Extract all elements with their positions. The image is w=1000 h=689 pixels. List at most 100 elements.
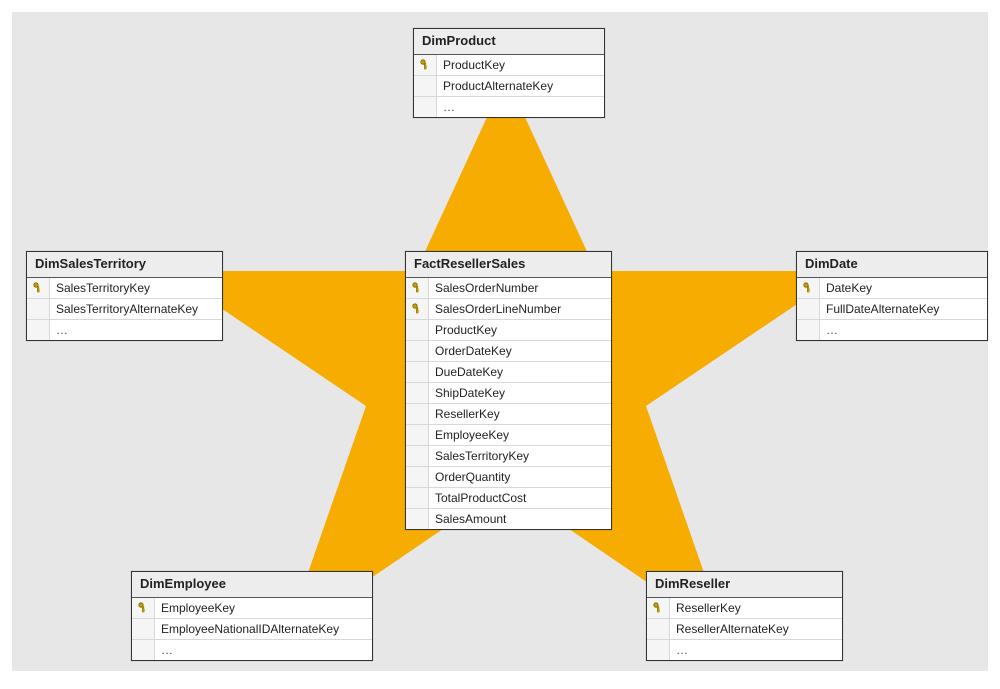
table-row[interactable]: ResellerAlternateKey bbox=[647, 619, 842, 640]
table-row[interactable]: … bbox=[414, 97, 604, 117]
pk-cell bbox=[647, 598, 670, 618]
table-title: FactResellerSales bbox=[406, 252, 611, 278]
table-row[interactable]: ResellerKey bbox=[406, 404, 611, 425]
more-columns: … bbox=[670, 640, 842, 660]
column-name: SalesTerritoryKey bbox=[429, 446, 611, 466]
key-icon bbox=[420, 59, 430, 71]
pk-cell bbox=[27, 278, 50, 298]
table-row[interactable]: SalesTerritoryKey bbox=[406, 446, 611, 467]
pk-cell bbox=[647, 640, 670, 660]
column-name: EmployeeKey bbox=[155, 598, 372, 618]
column-name: ProductAlternateKey bbox=[437, 76, 604, 96]
pk-cell bbox=[797, 278, 820, 298]
column-name: FullDateAlternateKey bbox=[820, 299, 987, 319]
pk-cell bbox=[406, 425, 429, 445]
pk-cell bbox=[406, 488, 429, 508]
column-name: ShipDateKey bbox=[429, 383, 611, 403]
pk-cell bbox=[406, 404, 429, 424]
column-name: TotalProductCost bbox=[429, 488, 611, 508]
more-columns: … bbox=[437, 97, 604, 117]
table-row[interactable]: SalesOrderNumber bbox=[406, 278, 611, 299]
table-row[interactable]: ShipDateKey bbox=[406, 383, 611, 404]
pk-cell bbox=[406, 362, 429, 382]
table-row[interactable]: FullDateAlternateKey bbox=[797, 299, 987, 320]
column-name: ResellerAlternateKey bbox=[670, 619, 842, 639]
table-dimreseller[interactable]: DimReseller ResellerKey ResellerAlternat… bbox=[646, 571, 843, 661]
pk-cell bbox=[132, 640, 155, 660]
column-name: SalesOrderLineNumber bbox=[429, 299, 611, 319]
table-rows: EmployeeKey EmployeeNationalIDAlternateK… bbox=[132, 598, 372, 660]
key-icon bbox=[803, 282, 813, 294]
table-row[interactable]: … bbox=[27, 320, 222, 340]
column-name: DateKey bbox=[820, 278, 987, 298]
column-name: SalesTerritoryAlternateKey bbox=[50, 299, 222, 319]
table-dimemployee[interactable]: DimEmployee EmployeeKey EmployeeNational… bbox=[131, 571, 373, 661]
more-columns: … bbox=[155, 640, 372, 660]
column-name: DueDateKey bbox=[429, 362, 611, 382]
pk-cell bbox=[414, 55, 437, 75]
column-name: ProductKey bbox=[429, 320, 611, 340]
table-row[interactable]: EmployeeNationalIDAlternateKey bbox=[132, 619, 372, 640]
table-row[interactable]: SalesTerritoryKey bbox=[27, 278, 222, 299]
table-dimsalesterritory[interactable]: DimSalesTerritory SalesTerritoryKey Sale… bbox=[26, 251, 223, 341]
table-rows: SalesOrderNumber SalesOrderLineNumber Pr… bbox=[406, 278, 611, 529]
table-row[interactable]: ResellerKey bbox=[647, 598, 842, 619]
column-name: ResellerKey bbox=[670, 598, 842, 618]
table-title: DimProduct bbox=[414, 29, 604, 55]
table-dimdate[interactable]: DimDate DateKey FullDateAlternateKey … bbox=[796, 251, 988, 341]
table-row[interactable]: EmployeeKey bbox=[132, 598, 372, 619]
key-icon bbox=[138, 602, 148, 614]
column-name: SalesAmount bbox=[429, 509, 611, 529]
table-row[interactable]: DateKey bbox=[797, 278, 987, 299]
table-title: DimReseller bbox=[647, 572, 842, 598]
pk-cell bbox=[414, 97, 437, 117]
table-row[interactable]: TotalProductCost bbox=[406, 488, 611, 509]
table-row[interactable]: ProductAlternateKey bbox=[414, 76, 604, 97]
pk-cell bbox=[647, 619, 670, 639]
column-name: ProductKey bbox=[437, 55, 604, 75]
key-icon bbox=[653, 602, 663, 614]
table-row[interactable]: ProductKey bbox=[414, 55, 604, 76]
pk-cell bbox=[406, 278, 429, 298]
table-row[interactable]: … bbox=[132, 640, 372, 660]
table-rows: SalesTerritoryKey SalesTerritoryAlternat… bbox=[27, 278, 222, 340]
table-row[interactable]: OrderQuantity bbox=[406, 467, 611, 488]
table-row[interactable]: SalesOrderLineNumber bbox=[406, 299, 611, 320]
pk-cell bbox=[406, 320, 429, 340]
table-row[interactable]: SalesTerritoryAlternateKey bbox=[27, 299, 222, 320]
column-name: OrderQuantity bbox=[429, 467, 611, 487]
table-title: DimEmployee bbox=[132, 572, 372, 598]
table-factresellersales[interactable]: FactResellerSales SalesOrderNumber Sales… bbox=[405, 251, 612, 530]
table-row[interactable]: DueDateKey bbox=[406, 362, 611, 383]
table-row[interactable]: OrderDateKey bbox=[406, 341, 611, 362]
table-rows: DateKey FullDateAlternateKey … bbox=[797, 278, 987, 340]
table-row[interactable]: … bbox=[647, 640, 842, 660]
column-name: OrderDateKey bbox=[429, 341, 611, 361]
more-columns: … bbox=[50, 320, 222, 340]
table-title: DimSalesTerritory bbox=[27, 252, 222, 278]
column-name: EmployeeKey bbox=[429, 425, 611, 445]
table-row[interactable]: SalesAmount bbox=[406, 509, 611, 529]
table-dimproduct[interactable]: DimProduct ProductKey ProductAlternateKe… bbox=[413, 28, 605, 118]
key-icon bbox=[412, 303, 422, 315]
pk-cell bbox=[406, 383, 429, 403]
table-rows: ResellerKey ResellerAlternateKey … bbox=[647, 598, 842, 660]
diagram-canvas: DimProduct ProductKey ProductAlternateKe… bbox=[0, 0, 1000, 683]
pk-cell bbox=[132, 598, 155, 618]
pk-cell bbox=[406, 446, 429, 466]
more-columns: … bbox=[820, 320, 987, 340]
pk-cell bbox=[406, 509, 429, 529]
key-icon bbox=[412, 282, 422, 294]
column-name: SalesTerritoryKey bbox=[50, 278, 222, 298]
table-row[interactable]: … bbox=[797, 320, 987, 340]
table-row[interactable]: EmployeeKey bbox=[406, 425, 611, 446]
table-rows: ProductKey ProductAlternateKey … bbox=[414, 55, 604, 117]
pk-cell bbox=[797, 320, 820, 340]
column-name: SalesOrderNumber bbox=[429, 278, 611, 298]
pk-cell bbox=[27, 299, 50, 319]
pk-cell bbox=[406, 341, 429, 361]
table-title: DimDate bbox=[797, 252, 987, 278]
pk-cell bbox=[414, 76, 437, 96]
column-name: ResellerKey bbox=[429, 404, 611, 424]
table-row[interactable]: ProductKey bbox=[406, 320, 611, 341]
